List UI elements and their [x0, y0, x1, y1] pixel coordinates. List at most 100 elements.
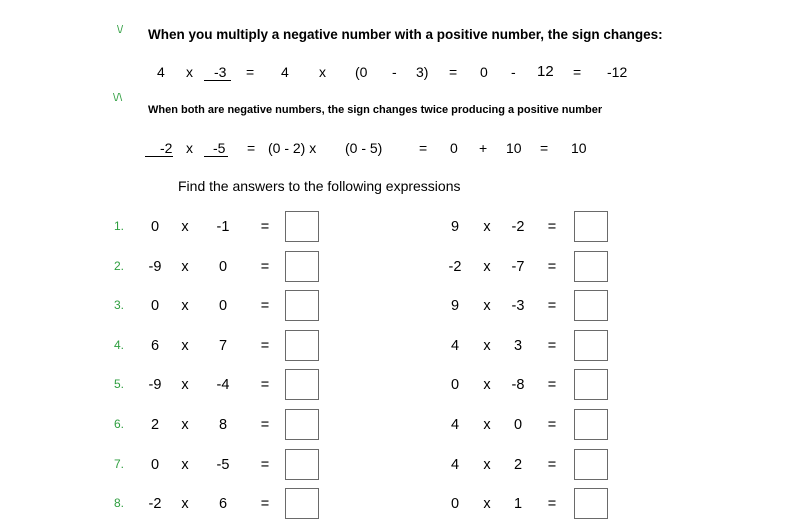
answer-box-a[interactable]	[285, 409, 319, 440]
answer-box-b[interactable]	[574, 211, 608, 242]
ex2-equals: =	[419, 140, 428, 156]
problem-b-times-sign: x	[483, 259, 491, 275]
problem-a-times-sign: x	[181, 377, 189, 393]
answer-box-b[interactable]	[574, 251, 608, 282]
problem-number: 3.	[114, 298, 125, 312]
problem-a-left-operand: 0	[150, 457, 160, 473]
problem-a-times-sign: x	[181, 219, 189, 235]
answer-box-b[interactable]	[574, 330, 608, 361]
problem-b-right-operand: -8	[511, 377, 525, 393]
problem-b-right-operand: -2	[511, 219, 525, 235]
problem-a-left-operand: -9	[148, 377, 162, 393]
ex1-operator: -	[392, 64, 397, 80]
ex2-term-underlined: -2	[145, 140, 174, 157]
ex1-term: 4	[157, 64, 165, 80]
problem-a-times-sign: x	[181, 417, 189, 433]
answer-box-b[interactable]	[574, 449, 608, 480]
problem-a-times-sign: x	[181, 457, 189, 473]
problem-b-right-operand: 0	[513, 417, 523, 433]
problem-b-right-operand: -3	[511, 298, 525, 314]
problem-b-right-operand: 2	[513, 457, 523, 473]
problem-a-left-operand: -2	[148, 496, 162, 512]
problem-b-times-sign: x	[483, 417, 491, 433]
problem-a-times-sign: x	[181, 338, 189, 354]
problem-b-times-sign: x	[483, 219, 491, 235]
problem-a-right-operand: 0	[218, 298, 228, 314]
ex2-term: (0 - 5)	[345, 140, 383, 156]
ex2-term: 10	[506, 140, 522, 156]
problem-a-left-operand: 0	[150, 298, 160, 314]
instruction-text: Find the answers to the following expres…	[178, 178, 461, 194]
answer-box-a[interactable]	[285, 290, 319, 321]
problem-number: 6.	[114, 417, 125, 431]
problem-b-equals-sign: =	[547, 338, 557, 354]
problem-b-left-operand: 9	[450, 219, 460, 235]
problem-b-times-sign: x	[483, 338, 491, 354]
problem-b-equals-sign: =	[547, 298, 557, 314]
problem-b-left-operand: 9	[450, 298, 460, 314]
problem-b-left-operand: 4	[450, 338, 460, 354]
answer-box-a[interactable]	[285, 330, 319, 361]
problem-a-right-operand: 0	[218, 259, 228, 275]
answer-box-b[interactable]	[574, 290, 608, 321]
heading-two-negatives: When both are negative numbers, the sign…	[148, 104, 603, 116]
problem-a-equals-sign: =	[260, 259, 270, 275]
problem-a-equals-sign: =	[260, 417, 270, 433]
ex2-term: 0	[450, 140, 458, 156]
ex2-equals: =	[247, 140, 256, 156]
problem-a-right-operand: -5	[216, 457, 230, 473]
problem-b-equals-sign: =	[547, 417, 557, 433]
ex1-equals: =	[573, 64, 582, 80]
answer-box-a[interactable]	[285, 211, 319, 242]
problem-b-left-operand: 4	[450, 417, 460, 433]
ex1-term: (0	[355, 64, 368, 80]
answer-box-a[interactable]	[285, 369, 319, 400]
problem-a-equals-sign: =	[260, 457, 270, 473]
problem-b-equals-sign: =	[547, 219, 557, 235]
problem-a-times-sign: x	[181, 496, 189, 512]
problem-b-equals-sign: =	[547, 259, 557, 275]
problem-number: 7.	[114, 457, 125, 471]
answer-box-b[interactable]	[574, 409, 608, 440]
ex2-result: 10	[571, 140, 587, 156]
check-mark-1: \/	[117, 24, 124, 36]
problem-a-equals-sign: =	[260, 219, 270, 235]
heading-negative-times-positive: When you multiply a negative number with…	[148, 27, 663, 42]
problem-b-left-operand: 0	[450, 496, 460, 512]
problem-b-times-sign: x	[483, 496, 491, 512]
ex1-term: 3)	[416, 64, 429, 80]
problem-number: 5.	[114, 377, 125, 391]
problem-a-right-operand: 7	[218, 338, 228, 354]
problem-b-equals-sign: =	[547, 496, 557, 512]
problem-a-left-operand: 6	[150, 338, 160, 354]
problem-number: 4.	[114, 338, 125, 352]
problem-number: 8.	[114, 496, 125, 510]
problem-a-right-operand: -1	[216, 219, 230, 235]
problem-b-right-operand: 3	[513, 338, 523, 354]
ex1-operator: x	[319, 64, 326, 80]
ex1-equals: =	[449, 64, 458, 80]
answer-box-a[interactable]	[285, 488, 319, 519]
answer-box-a[interactable]	[285, 449, 319, 480]
ex2-term-underlined: -5	[204, 140, 229, 157]
answer-box-a[interactable]	[285, 251, 319, 282]
ex1-operator: -	[511, 64, 516, 80]
problem-b-left-operand: -2	[448, 259, 462, 275]
ex1-term: 0	[480, 64, 488, 80]
ex1-term: 12	[537, 63, 554, 80]
problem-number: 1.	[114, 219, 125, 233]
problem-b-times-sign: x	[483, 377, 491, 393]
problem-b-equals-sign: =	[547, 457, 557, 473]
problem-b-times-sign: x	[483, 457, 491, 473]
problem-a-left-operand: 0	[150, 219, 160, 235]
answer-box-b[interactable]	[574, 369, 608, 400]
ex1-term-underlined: -3	[204, 64, 232, 81]
ex1-equals: =	[246, 64, 255, 80]
problem-a-left-operand: -9	[148, 259, 162, 275]
problem-b-left-operand: 0	[450, 377, 460, 393]
answer-box-b[interactable]	[574, 488, 608, 519]
problem-b-right-operand: 1	[513, 496, 523, 512]
problem-a-right-operand: -4	[216, 377, 230, 393]
ex2-term: (0 - 2) x	[268, 140, 317, 156]
problem-b-right-operand: -7	[511, 259, 525, 275]
